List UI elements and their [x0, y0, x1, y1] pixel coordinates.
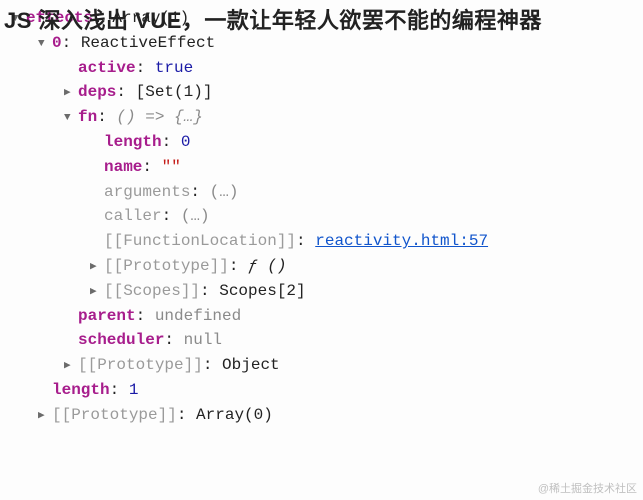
collapse-icon[interactable]: ▶	[64, 85, 78, 102]
tree-row-fn-prototype[interactable]: ▶[[Prototype]]: ƒ ()	[12, 254, 643, 279]
tree-row-fn-scopes[interactable]: ▶[[Scopes]]: Scopes[2]	[12, 279, 643, 304]
collapse-icon[interactable]: ▶	[38, 408, 52, 425]
tree-row-parent[interactable]: parent: undefined	[12, 304, 643, 329]
tree-row-scheduler[interactable]: scheduler: null	[12, 328, 643, 353]
tree-row-fn-name[interactable]: name: ""	[12, 155, 643, 180]
tree-row-fn-arguments[interactable]: arguments: (…)	[12, 180, 643, 205]
tree-row-array-prototype[interactable]: ▶[[Prototype]]: Array(0)	[12, 403, 643, 428]
tree-row-fn-location[interactable]: [[FunctionLocation]]: reactivity.html:57	[12, 229, 643, 254]
tree-row-fn[interactable]: ▼fn: () => {…}	[12, 105, 643, 130]
tree-row-length[interactable]: length: 1	[12, 378, 643, 403]
collapse-icon[interactable]: ▶	[64, 358, 78, 375]
tree-row-fn-length[interactable]: length: 0	[12, 130, 643, 155]
source-link[interactable]: reactivity.html:57	[315, 232, 488, 250]
console-object-tree: ▼effects: Array(1) ▼0: ReactiveEffect ac…	[0, 0, 643, 428]
page-title: JS 深入浅出 VUE，一款让年轻人欲罢不能的编程神器	[4, 4, 542, 38]
tree-row-fn-caller[interactable]: caller: (…)	[12, 204, 643, 229]
tree-row-item-prototype[interactable]: ▶[[Prototype]]: Object	[12, 353, 643, 378]
collapse-icon[interactable]: ▶	[90, 284, 104, 301]
collapse-icon[interactable]: ▶	[90, 259, 104, 276]
tree-row-deps[interactable]: ▶deps: [Set(1)]	[12, 80, 643, 105]
expand-icon[interactable]: ▼	[64, 110, 78, 127]
tree-row-active[interactable]: active: true	[12, 56, 643, 81]
watermark: @稀土掘金技术社区	[538, 481, 637, 498]
expand-icon[interactable]: ▼	[38, 36, 52, 53]
